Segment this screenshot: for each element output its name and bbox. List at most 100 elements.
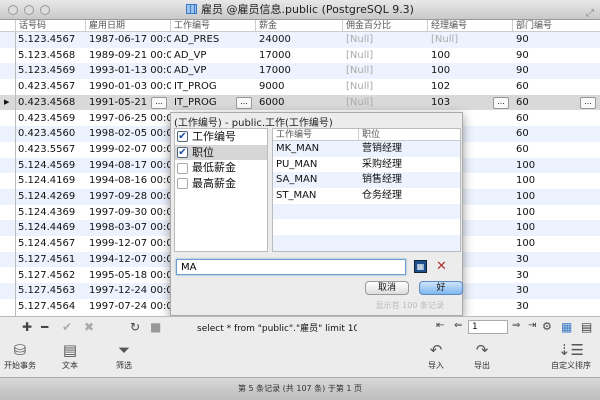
table-row[interactable]: ▶ 0.423.4568 1991-05-21 0 IT_PROG 6000 [Null]…: [0, 94, 600, 111]
checkbox[interactable]: ✔: [177, 131, 188, 143]
column-header[interactable]: 雇用日期: [85, 20, 170, 31]
export-button[interactable]: ↷ 导出: [474, 340, 490, 371]
table-cell[interactable]: IT_PROG: [171, 79, 256, 95]
first-page-icon[interactable]: ⇤: [436, 320, 444, 331]
table-cell[interactable]: 100: [428, 63, 513, 79]
table-cell[interactable]: 5.124.4569: [15, 158, 85, 174]
ok-button[interactable]: 好: [419, 281, 463, 295]
table-row[interactable]: 0.423.4567 1990-01-03 00:0 IT_PROG 9000 [Nul…: [0, 79, 600, 95]
table-cell[interactable]: 100: [513, 236, 600, 252]
table-cell[interactable]: 5.124.4469: [15, 220, 85, 236]
table-cell[interactable]: 30: [513, 283, 600, 299]
table-cell[interactable]: 1998-03-07 00:0: [86, 220, 171, 236]
import-button[interactable]: ↶ 导入: [428, 340, 444, 371]
column-header[interactable]: 部门编号: [512, 20, 600, 31]
table-cell[interactable]: 1994-08-17 00:0: [86, 158, 171, 174]
table-row[interactable]: 5.123.4567 1987-06-17 00:0 AD_PRES 24000 [Nu…: [0, 32, 600, 48]
table-cell[interactable]: 100: [513, 173, 600, 189]
table-cell[interactable]: 100: [428, 48, 513, 64]
table-cell[interactable]: AD_VP: [171, 63, 256, 79]
lookup-cell[interactable]: MK_MAN: [273, 141, 358, 157]
next-page-icon[interactable]: ⇒: [512, 320, 520, 331]
field-item[interactable]: ✔ 工作编号: [175, 129, 267, 145]
minimize-button[interactable]: [24, 5, 34, 15]
table-cell[interactable]: 100: [513, 189, 600, 205]
lookup-cell[interactable]: ST_MAN: [273, 188, 358, 204]
table-cell[interactable]: 30: [513, 299, 600, 315]
table-cell[interactable]: 60: [513, 111, 600, 127]
table-cell[interactable]: 1989-09-21 00:0: [86, 48, 171, 64]
table-cell[interactable]: 1997-07-24 00:0: [86, 299, 171, 315]
table-cell[interactable]: 100: [513, 158, 600, 174]
table-cell[interactable]: [Null]: [343, 95, 428, 111]
table-cell[interactable]: 17000: [256, 48, 343, 64]
lookup-row[interactable]: [273, 203, 460, 220]
table-cell[interactable]: 0.423.4568: [15, 95, 85, 111]
table-cell[interactable]: 1997-06-25 00:0: [86, 111, 171, 127]
table-cell[interactable]: 5.127.4562: [15, 268, 85, 284]
lookup-cell[interactable]: SA_MAN: [273, 172, 358, 188]
table-cell[interactable]: 5.124.4369: [15, 205, 85, 221]
table-cell[interactable]: 5.127.4564: [15, 299, 85, 315]
lookup-cell[interactable]: 营销经理: [358, 141, 443, 157]
table-cell[interactable]: 9000: [256, 79, 343, 95]
table-cell[interactable]: 5.123.4567: [15, 32, 85, 48]
table-cell[interactable]: 5.124.4169: [15, 173, 85, 189]
settings-icon[interactable]: ⚙: [542, 320, 552, 333]
table-cell[interactable]: 1994-08-16 00:0: [86, 173, 171, 189]
table-cell[interactable]: 5.123.4568: [15, 48, 85, 64]
table-cell[interactable]: 17000: [256, 63, 343, 79]
lookup-row[interactable]: [273, 219, 460, 236]
table-cell[interactable]: 1999-02-07 00:0: [86, 142, 171, 158]
table-cell[interactable]: AD_VP: [171, 48, 256, 64]
refresh-icon[interactable]: ↻: [130, 320, 140, 334]
lookup-cell[interactable]: PU_MAN: [273, 157, 358, 173]
table-cell[interactable]: [Null]: [343, 48, 428, 64]
table-cell[interactable]: 24000: [256, 32, 343, 48]
text-button[interactable]: ▤ 文本: [62, 340, 78, 371]
window-controls[interactable]: [8, 5, 50, 15]
lookup-grid[interactable]: 工作编号 职位 MK_MAN 营销经理 PU_MAN 采购经理 SA_MAN 销售经理 ST…: [272, 128, 461, 252]
table-row[interactable]: 5.123.4568 1989-09-21 00:0 AD_VP 17000 [Null…: [0, 48, 600, 64]
table-cell[interactable]: 0.423.4567: [15, 79, 85, 95]
last-page-icon[interactable]: ⇥: [528, 320, 536, 331]
table-cell[interactable]: 5.124.4269: [15, 189, 85, 205]
lookup-row[interactable]: SA_MAN 销售经理: [273, 172, 460, 189]
lookup-row[interactable]: PU_MAN 采购经理: [273, 156, 460, 173]
table-cell[interactable]: 0.423.4560: [15, 126, 85, 142]
column-header[interactable]: 薪金: [255, 20, 342, 31]
table-cell[interactable]: 1987-06-17 00:0: [86, 32, 171, 48]
grid-view-icon[interactable]: ▦: [561, 320, 572, 334]
prev-page-icon[interactable]: ⇐: [454, 320, 462, 331]
checkbox[interactable]: ✔: [177, 147, 188, 159]
tools-icon[interactable]: ✕: [436, 259, 447, 274]
table-cell[interactable]: 30: [513, 268, 600, 284]
form-view-icon[interactable]: ▤: [581, 320, 592, 334]
table-cell[interactable]: [Null]: [343, 79, 428, 95]
table-cell[interactable]: 1997-09-28 00:0: [86, 189, 171, 205]
table-cell[interactable]: 100: [513, 220, 600, 236]
column-header[interactable]: 工作编号: [170, 20, 255, 31]
field-item[interactable]: ✔ 职位: [175, 144, 267, 161]
table-cell[interactable]: 5.127.4561: [15, 252, 85, 268]
table-cell[interactable]: 1997-09-30 00:0: [86, 205, 171, 221]
table-cell[interactable]: 30: [513, 252, 600, 268]
table-cell[interactable]: 1993-01-13 00:0: [86, 63, 171, 79]
table-cell[interactable]: 1997-12-24 00:0: [86, 283, 171, 299]
zoom-button[interactable]: [40, 5, 50, 15]
ellipsis-button[interactable]: ...: [151, 96, 167, 109]
table-cell[interactable]: 0.423.5567: [15, 142, 85, 158]
lookup-icon[interactable]: ▦: [414, 260, 427, 273]
checkbox[interactable]: [177, 178, 188, 190]
table-cell[interactable]: 1990-01-03 00:0: [86, 79, 171, 95]
stop-icon[interactable]: ■: [150, 320, 161, 334]
column-header[interactable]: 职位: [358, 129, 438, 140]
column-header[interactable]: 佣金百分比: [342, 20, 427, 31]
table-cell[interactable]: 5.124.4567: [15, 236, 85, 252]
table-cell[interactable]: 1998-02-05 00:0: [86, 126, 171, 142]
column-header[interactable]: 工作编号: [273, 129, 358, 140]
table-cell[interactable]: 1994-12-07 00:0: [86, 252, 171, 268]
page-input[interactable]: 1: [468, 320, 508, 334]
table-cell[interactable]: 90: [513, 32, 600, 48]
custom-sort-button[interactable]: ⇣☰ 自定义排序: [551, 340, 591, 371]
